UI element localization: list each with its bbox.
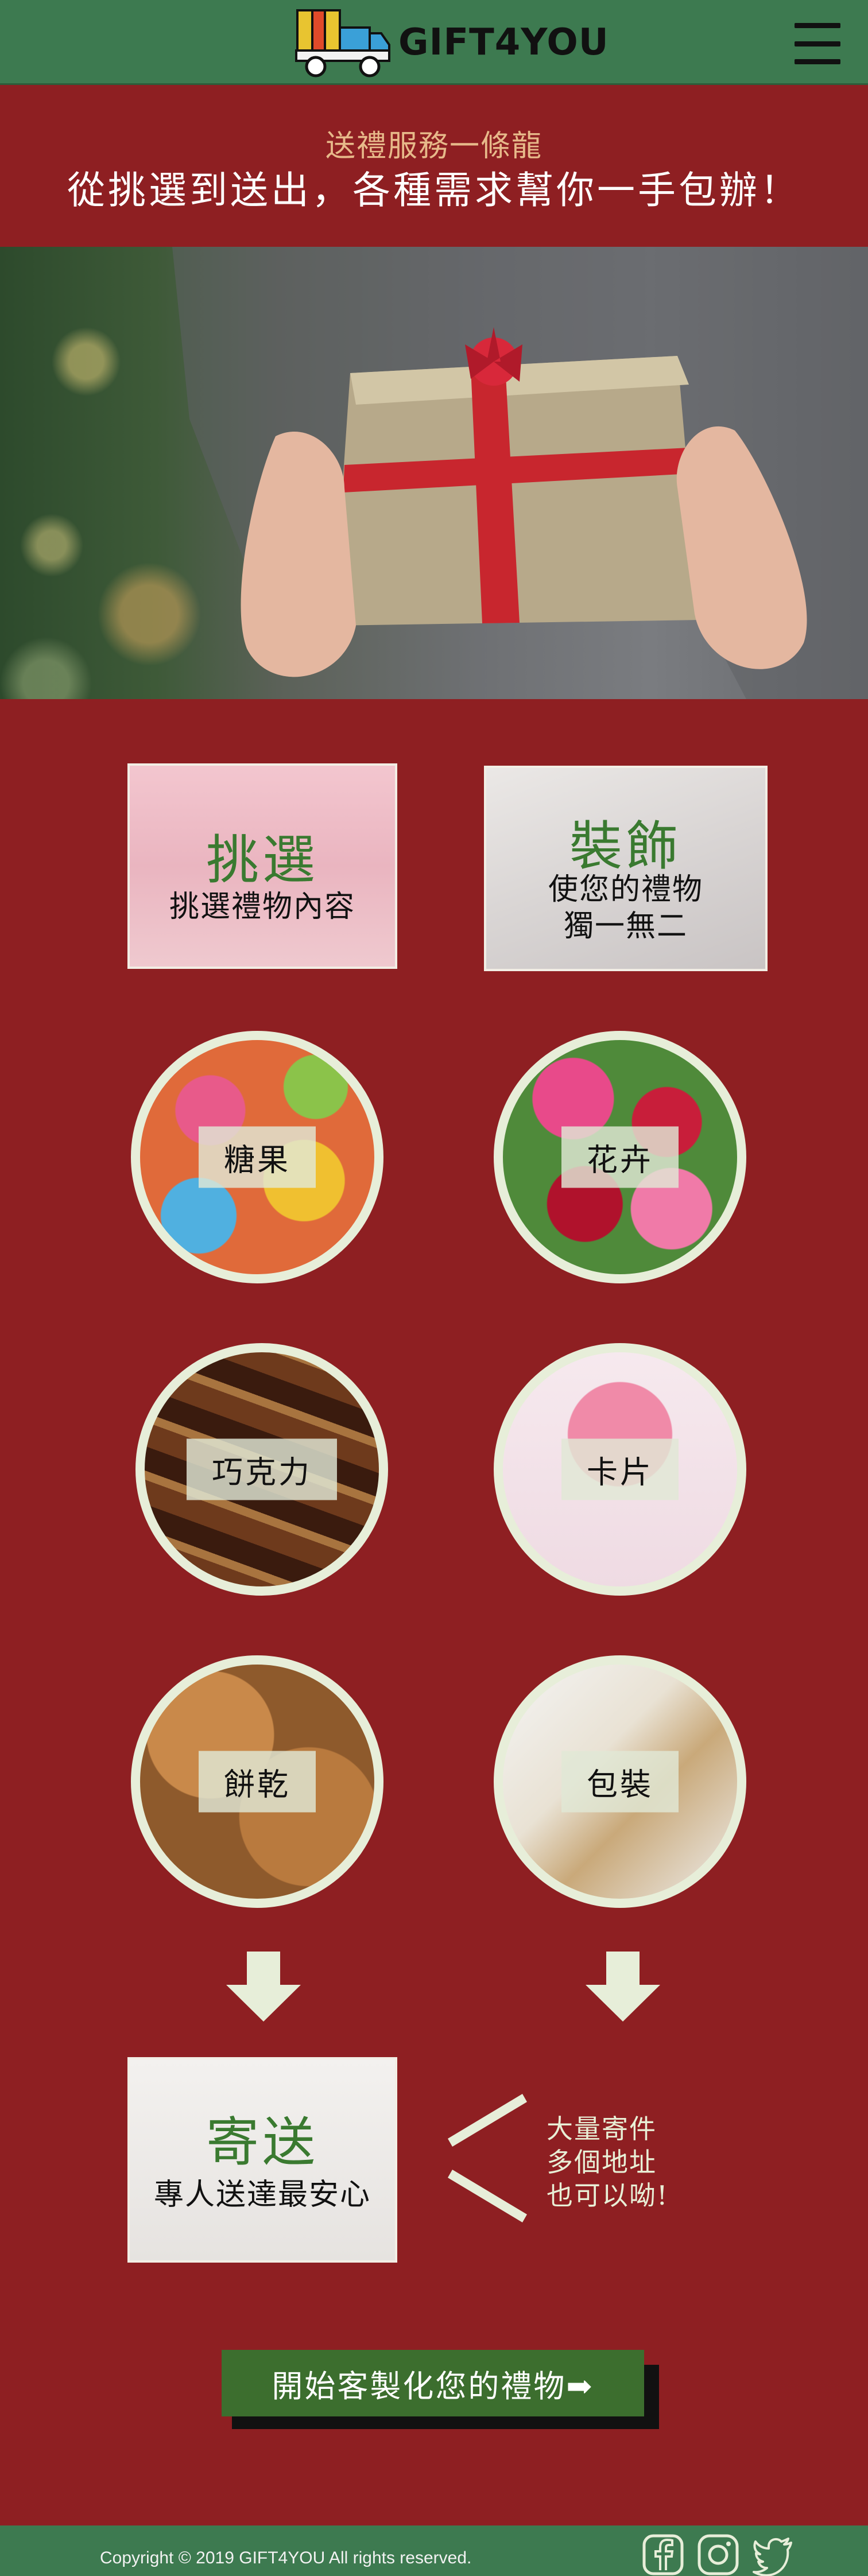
banner-title: 從挑選到送出，各種需求幫你一手包辦！ bbox=[67, 168, 801, 212]
arrow-down-icon bbox=[586, 1952, 660, 2022]
step-desc-decorate-line2: 獨一無二 bbox=[563, 909, 688, 944]
gift-truck-icon bbox=[295, 9, 390, 77]
step-desc-send: 專人送達最安心 bbox=[153, 2178, 371, 2212]
twitter-icon[interactable] bbox=[752, 2534, 795, 2576]
step-card-decorate[interactable]: 裝飾 使您的禮物 獨一無二 bbox=[484, 766, 768, 971]
facebook-icon[interactable] bbox=[642, 2534, 684, 2576]
note-line: 多個地址 bbox=[547, 2147, 657, 2178]
step-desc-decorate-line1: 使您的禮物 bbox=[548, 872, 703, 907]
category-cards[interactable]: 卡片 bbox=[494, 1343, 746, 1596]
instagram-icon[interactable] bbox=[697, 2534, 739, 2576]
step-card-send[interactable]: 寄送 專人送達最安心 bbox=[127, 2057, 397, 2263]
category-label-packaging: 包裝 bbox=[561, 1751, 679, 1813]
step-title-decorate: 裝飾 bbox=[569, 816, 682, 877]
bracket-decoration bbox=[448, 2094, 527, 2222]
category-label-candy: 糖果 bbox=[199, 1126, 316, 1188]
site-header: GIFT4YOU bbox=[0, 0, 868, 85]
category-label-cards: 卡片 bbox=[561, 1438, 679, 1500]
note-line: 也可以呦! bbox=[547, 2180, 669, 2211]
customize-gift-button[interactable]: 開始客製化您的禮物➡ bbox=[222, 2350, 644, 2416]
step-card-select[interactable]: 挑選 挑選禮物內容 bbox=[127, 763, 397, 969]
hamburger-bar bbox=[795, 59, 840, 64]
site-footer: Copyright © 2019 GIFT4YOU All rights res… bbox=[0, 2525, 868, 2576]
category-label-chocolate: 巧克力 bbox=[187, 1438, 337, 1500]
category-label-flowers: 花卉 bbox=[561, 1126, 679, 1188]
brand-logo[interactable]: GIFT4YOU bbox=[294, 6, 609, 79]
gift-in-hands-illustration bbox=[172, 247, 868, 699]
category-flowers[interactable]: 花卉 bbox=[494, 1031, 746, 1283]
hero-image bbox=[0, 247, 868, 699]
banner-subtitle: 送禮服務一條龍 bbox=[325, 129, 542, 164]
arrow-down-icon bbox=[226, 1952, 301, 2022]
hamburger-icon[interactable] bbox=[795, 21, 840, 67]
hamburger-bar bbox=[795, 23, 840, 28]
note-line: 大量寄件 bbox=[547, 2113, 657, 2144]
step-desc-select: 挑選禮物內容 bbox=[169, 890, 355, 924]
step-title-select: 挑選 bbox=[206, 829, 319, 891]
bulk-shipping-note: 大量寄件 多個地址 也可以呦! bbox=[547, 2112, 669, 2212]
hamburger-bar bbox=[795, 41, 840, 46]
copyright-text: Copyright © 2019 GIFT4YOU All rights res… bbox=[100, 2548, 472, 2567]
brand-name: GIFT4YOU bbox=[398, 21, 609, 64]
category-label-cookies: 餅乾 bbox=[199, 1751, 316, 1813]
step-title-send: 寄送 bbox=[206, 2112, 319, 2173]
category-candy[interactable]: 糖果 bbox=[131, 1031, 383, 1283]
category-chocolate[interactable]: 巧克力 bbox=[135, 1343, 388, 1596]
category-cookies[interactable]: 餅乾 bbox=[131, 1655, 383, 1908]
category-packaging[interactable]: 包裝 bbox=[494, 1655, 746, 1908]
